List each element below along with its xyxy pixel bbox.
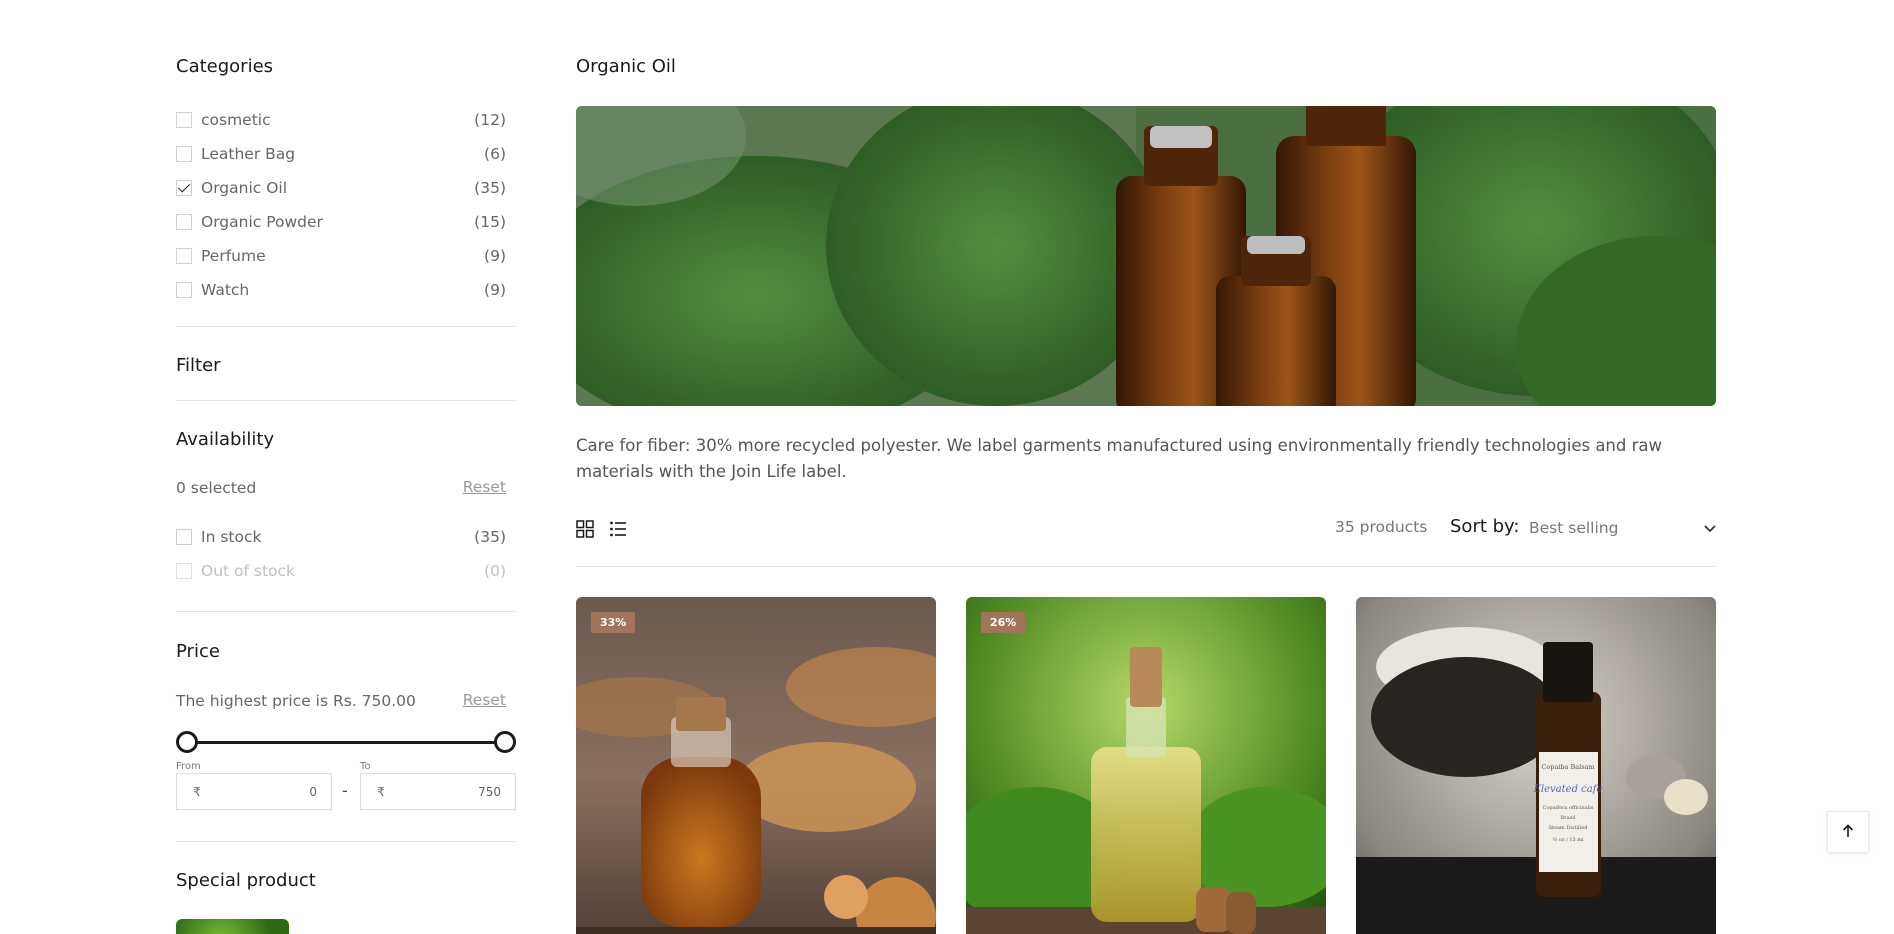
price-from-value: 0: [309, 784, 317, 799]
checkbox-checked[interactable]: [176, 180, 192, 196]
sort-value: Best selling: [1529, 519, 1619, 537]
price-to-value: 750: [478, 784, 501, 799]
category-item[interactable]: Organic Powder (15): [176, 205, 506, 239]
category-label: Organic Oil: [201, 179, 288, 197]
discount-badge: 33%: [591, 612, 636, 633]
category-label: Watch: [201, 281, 250, 299]
chevron-down-icon: [1704, 519, 1716, 537]
availability-label: Out of stock: [201, 562, 296, 580]
availability-label: In stock: [201, 528, 262, 546]
bottle-label-brand: Elevated cafe: [1533, 784, 1603, 795]
product-image: [966, 597, 1326, 934]
divider: [176, 326, 516, 327]
price-reset-link[interactable]: Reset: [463, 691, 506, 709]
availability-reset-link[interactable]: Reset: [463, 478, 506, 496]
divider: [176, 611, 516, 612]
product-image: [576, 597, 936, 934]
product-card[interactable]: 33%: [576, 597, 936, 934]
category-count: (35): [474, 179, 506, 197]
back-to-top-button[interactable]: [1827, 811, 1869, 853]
product-card[interactable]: 26%: [966, 597, 1326, 934]
category-item[interactable]: Watch (9): [176, 273, 506, 307]
categories-heading: Categories: [176, 56, 274, 77]
divider: [176, 841, 516, 842]
price-to-label: To: [360, 761, 371, 772]
category-item[interactable]: Perfume (9): [176, 239, 506, 273]
category-label: Organic Powder: [201, 213, 323, 231]
availability-option-out-of-stock[interactable]: Out of stock (0): [176, 554, 506, 588]
checkbox[interactable]: [176, 112, 192, 128]
bottle-label-botanical: Copaifera officinalis: [1543, 805, 1594, 811]
sort-label: Sort by:: [1450, 516, 1520, 537]
price-from-input[interactable]: ₹ 0: [176, 773, 332, 810]
price-separator: -: [342, 781, 348, 800]
arrow-up-icon: [1842, 823, 1854, 842]
category-count: (9): [484, 247, 506, 265]
availability-count: (0): [484, 562, 506, 580]
category-item[interactable]: Organic Oil (35): [176, 171, 506, 205]
currency-symbol: ₹: [193, 784, 201, 799]
bottle-label-name: Copaiba Balsam: [1541, 763, 1594, 771]
price-heading: Price: [176, 641, 220, 662]
currency-symbol: ₹: [377, 784, 385, 799]
availability-heading: Availability: [176, 429, 275, 450]
availability-option-in-stock[interactable]: In stock (35): [176, 520, 506, 554]
category-count: (9): [484, 281, 506, 299]
category-count: (15): [474, 213, 506, 231]
price-slider-max-handle[interactable]: [494, 731, 516, 753]
divider: [176, 400, 516, 401]
category-label: Perfume: [201, 247, 266, 265]
category-item[interactable]: Leather Bag (6): [176, 137, 506, 171]
divider: [576, 566, 1716, 567]
list-view-icon[interactable]: [609, 520, 627, 538]
product-card[interactable]: Copaiba Balsam Elevated cafe Copaifera o…: [1356, 597, 1716, 934]
collection-banner-image: [576, 106, 1716, 406]
category-label: cosmetic: [201, 111, 271, 129]
price-from-label: From: [176, 761, 201, 772]
page-title: Organic Oil: [576, 56, 676, 77]
collection-description: Care for fiber: 30% more recycled polyes…: [576, 436, 1663, 481]
price-slider-track[interactable]: [186, 741, 504, 744]
bottle-label-method: Steam Distilled: [1549, 825, 1589, 831]
special-product-heading: Special product: [176, 870, 316, 891]
grid-view-icon[interactable]: [576, 520, 594, 538]
discount-badge: 26%: [981, 612, 1026, 633]
product-count: 35 products: [1335, 518, 1428, 536]
product-image: Copaiba Balsam Elevated cafe Copaifera o…: [1356, 597, 1716, 934]
category-item[interactable]: cosmetic (12): [176, 103, 506, 137]
highest-price-text: The highest price is Rs. 750.00: [176, 692, 416, 710]
checkbox[interactable]: [176, 146, 192, 162]
sort-select[interactable]: Best selling: [1529, 516, 1716, 540]
category-label: Leather Bag: [201, 145, 296, 163]
price-slider-min-handle[interactable]: [176, 731, 198, 753]
category-count: (6): [484, 145, 506, 163]
bottle-label-volume: ½ oz / 15 ml: [1552, 836, 1584, 843]
availability-count: (35): [474, 528, 506, 546]
checkbox[interactable]: [176, 248, 192, 264]
checkbox[interactable]: [176, 563, 192, 579]
category-count: (12): [474, 111, 506, 129]
special-product-image[interactable]: [176, 919, 289, 934]
checkbox[interactable]: [176, 282, 192, 298]
price-to-input[interactable]: ₹ 750: [360, 773, 516, 810]
availability-list: In stock (35) Out of stock (0): [176, 520, 506, 588]
checkbox[interactable]: [176, 529, 192, 545]
bottle-label-origin: Brazil: [1561, 815, 1576, 821]
checkbox[interactable]: [176, 214, 192, 230]
filter-heading: Filter: [176, 355, 221, 376]
availability-selected-count: 0 selected: [176, 479, 257, 497]
category-list: cosmetic (12) Leather Bag (6) Organic Oi…: [176, 103, 506, 307]
